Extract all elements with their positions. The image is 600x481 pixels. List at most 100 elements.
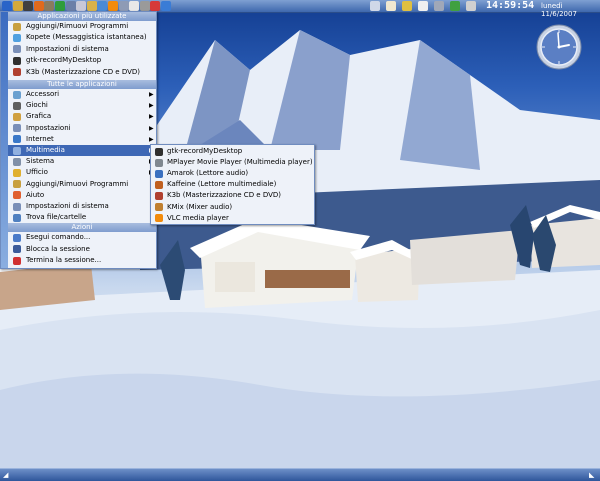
- power-icon[interactable]: [450, 1, 460, 11]
- category-item[interactable]: Multimedia▶: [8, 145, 155, 156]
- firefox-icon[interactable]: [33, 1, 44, 11]
- gimp-icon[interactable]: [44, 1, 55, 11]
- action-item-label: Termina la sessione...: [26, 256, 102, 265]
- k3b-icon: [155, 191, 163, 200]
- settings-icon[interactable]: [118, 1, 129, 11]
- logout-icon: [13, 256, 21, 265]
- category-item[interactable]: Internet ▶: [8, 134, 155, 145]
- disk-icon[interactable]: [466, 1, 476, 11]
- favorite-item[interactable]: Impostazioni di sistema: [8, 44, 155, 55]
- action-item[interactable]: Termina la sessione...: [8, 255, 155, 266]
- record-icon: [155, 147, 163, 156]
- favorite-item-label: K3b (Masterizzazione CD e DVD): [26, 67, 141, 76]
- settings-icon: [13, 45, 21, 54]
- favorite-item[interactable]: Kopete (Messaggistica istantanea): [8, 32, 155, 43]
- category-item[interactable]: Ufficio▶: [8, 167, 155, 178]
- action-item[interactable]: Esegui comando...: [8, 232, 155, 243]
- mplayer-icon: [155, 158, 163, 167]
- favorites-header: Applicazioni più utilizzate: [8, 12, 156, 21]
- multimedia-app-item[interactable]: Amarok (Lettore audio): [151, 168, 314, 179]
- category-item[interactable]: Trova file/cartelle: [8, 212, 155, 223]
- multimedia-app-item[interactable]: gtk-recordMyDesktop: [151, 146, 314, 157]
- submenu-arrow-icon: ▶: [149, 113, 154, 121]
- settings-icon: [13, 124, 21, 133]
- record-icon: [13, 56, 21, 65]
- category-item[interactable]: Impostazioni di sistema: [8, 201, 155, 212]
- favorite-item[interactable]: gtk-recordMyDesktop: [8, 55, 155, 66]
- favorite-item[interactable]: K3b (Masterizzazione CD e DVD): [8, 67, 155, 78]
- action-item-label: Blocca la sessione: [26, 244, 90, 253]
- digital-clock[interactable]: 14:59:54: [486, 0, 534, 12]
- category-item-label: Grafica: [26, 112, 52, 121]
- category-item[interactable]: Sistema▶: [8, 156, 155, 167]
- package-icon: [13, 22, 21, 31]
- category-item-label: Ufficio: [26, 168, 48, 177]
- category-item-label: Giochi: [26, 101, 48, 110]
- chat-icon[interactable]: [97, 1, 108, 11]
- pencil-icon[interactable]: [12, 1, 23, 11]
- category-item-label: Internet: [26, 134, 54, 143]
- category-item-label: Trova file/cartelle: [26, 213, 87, 222]
- keyboard-layout-icon[interactable]: [370, 1, 380, 11]
- graphics-icon: [13, 112, 21, 121]
- category-item[interactable]: Aiuto: [8, 190, 155, 201]
- system-icon: [13, 157, 21, 166]
- printer-icon[interactable]: [434, 1, 444, 11]
- k-menu: Applicazioni più utilizzate Tutte le app…: [0, 11, 157, 269]
- multimedia-app-item[interactable]: Kaffeine (Lettore multimediale): [151, 179, 314, 190]
- k-menu-side-strip: [1, 12, 8, 268]
- monitor-icon[interactable]: [65, 1, 76, 11]
- category-item[interactable]: Aggiungi/Rimuovi Programmi: [8, 179, 155, 190]
- run-icon: [13, 233, 21, 242]
- kmix-icon: [155, 203, 163, 211]
- amarok-icon: [155, 169, 163, 178]
- submenu-arrow-icon: ▶: [149, 91, 154, 98]
- multimedia-app-item[interactable]: K3b (Masterizzazione CD e DVD): [151, 190, 314, 201]
- multimedia-app-item[interactable]: VLC media player: [151, 213, 314, 224]
- submenu-arrow-icon: ▶: [149, 102, 154, 110]
- multimedia-app-item-label: MPlayer Movie Player (Multimedia player): [167, 158, 313, 167]
- multimedia-app-item-label: Amarok (Lettore audio): [167, 169, 249, 178]
- all-apps-header: Tutte le applicazioni: [8, 80, 156, 89]
- analog-clock-widget[interactable]: [536, 24, 582, 70]
- category-item[interactable]: Impostazioni ▶: [8, 123, 155, 134]
- multimedia-app-item-label: Kaffeine (Lettore multimediale): [167, 180, 277, 189]
- internet-icon: [13, 135, 21, 144]
- multimedia-app-item[interactable]: MPlayer Movie Player (Multimedia player): [151, 157, 314, 168]
- help-icon[interactable]: [150, 1, 161, 11]
- panel-hide-left-icon[interactable]: ◢: [3, 471, 8, 479]
- network-icon[interactable]: [161, 1, 171, 11]
- mail-icon[interactable]: [76, 1, 87, 11]
- date-label[interactable]: lunedì 11/6/2007: [541, 2, 600, 18]
- category-item[interactable]: Accessori ▶: [8, 89, 155, 100]
- category-item[interactable]: Giochi ▶: [8, 100, 155, 111]
- volume-icon[interactable]: [402, 1, 412, 11]
- vlc-icon: [155, 214, 163, 223]
- multimedia-app-item-label: KMix (Mixer audio): [167, 202, 233, 211]
- category-item-label: Accessori: [26, 90, 60, 98]
- klipper-icon[interactable]: [386, 1, 396, 11]
- multimedia-app-item-label: VLC media player: [167, 213, 229, 222]
- games-icon: [13, 101, 21, 110]
- document-icon[interactable]: [129, 1, 140, 11]
- panel-hide-right-icon[interactable]: ◣: [589, 471, 594, 479]
- favorite-item[interactable]: Aggiungi/Rimuovi Programmi: [8, 21, 155, 32]
- kaffeine-icon: [155, 180, 163, 189]
- multimedia-app-item[interactable]: KMix (Mixer audio): [151, 202, 314, 213]
- terminal-icon[interactable]: [23, 1, 34, 11]
- home-folder-icon[interactable]: [86, 1, 97, 11]
- trash-icon[interactable]: [139, 1, 150, 11]
- vlc-icon[interactable]: [108, 1, 118, 11]
- category-item[interactable]: Grafica ▶: [8, 111, 155, 122]
- accessories-icon: [13, 90, 21, 99]
- multimedia-submenu: gtk-recordMyDesktop MPlayer Movie Player …: [150, 144, 315, 225]
- update-icon[interactable]: [418, 1, 428, 11]
- favorite-item-label: Aggiungi/Rimuovi Programmi: [26, 22, 129, 30]
- category-item-label: Aiuto: [26, 190, 45, 199]
- category-item-label: Aggiungi/Rimuovi Programmi: [26, 179, 129, 188]
- k-menu-icon[interactable]: [2, 1, 12, 11]
- action-item[interactable]: Blocca la sessione: [8, 244, 155, 255]
- kopete-icon: [13, 33, 21, 42]
- spreadsheet-icon[interactable]: [55, 1, 65, 11]
- category-item-label: Impostazioni: [26, 123, 71, 132]
